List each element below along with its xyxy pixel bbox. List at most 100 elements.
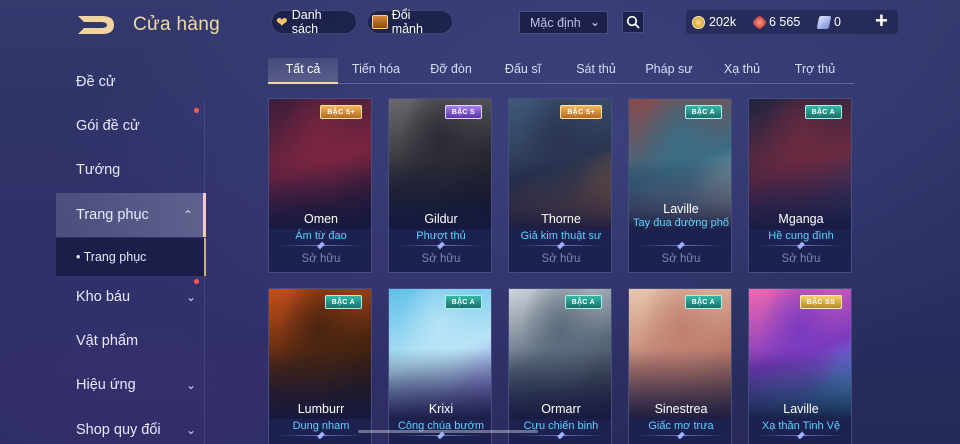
hero-name: Thorne (541, 212, 581, 226)
tier-badge: BẬC A (804, 105, 842, 119)
ticket-counter: 0 (816, 12, 841, 32)
ticket-icon (816, 15, 832, 29)
gold-coin-icon (692, 15, 705, 29)
horizontal-scroll-indicator[interactable] (358, 430, 538, 433)
card-divider (639, 241, 723, 250)
tab-fighter[interactable]: Đấu sĩ (492, 58, 554, 84)
heart-icon: ❤ (276, 13, 288, 30)
tier-badge: BẬC S (444, 105, 482, 119)
skin-card[interactable]: BẬC S Gildur Phượt thủ Sở hữu (388, 98, 492, 273)
tier-badge: BẬC S+ (320, 105, 362, 119)
owned-status: Sở hữu (661, 253, 701, 265)
hero-name: Laville (783, 402, 819, 416)
skin-card[interactable]: BẬC SS Laville Xạ thần Tinh Vệ (748, 288, 852, 444)
owned-status: Sở hữu (541, 253, 581, 265)
chevron-down-icon: ⌄ (185, 378, 196, 392)
sidebar-item-items[interactable]: Vật phẩm (56, 319, 206, 363)
hero-name: Sinestrea (654, 402, 708, 416)
tab-tank[interactable]: Đỡ đòn (418, 58, 484, 84)
sidebar-item-label: • Trang phục (76, 250, 147, 264)
skin-card[interactable]: BẬC A Laville Tay đua đường phố Sở hữu (628, 98, 732, 273)
skin-card[interactable]: BẬC A Krixi Công chúa bướm (388, 288, 492, 444)
card-divider (279, 431, 363, 440)
tier-badge: BẬC S+ (560, 105, 602, 119)
hero-name: Mganga (778, 212, 824, 226)
sidebar-subitem-skins[interactable]: • Trang phục (56, 238, 206, 276)
chevron-up-icon: ⌃ (182, 208, 193, 222)
skin-card[interactable]: BẬC S+ Thorne Giả kim thuật sư Sở hữu (508, 98, 612, 273)
skin-card[interactable]: BẬC A Sinestrea Giấc mơ trưa (628, 288, 732, 444)
card-divider (279, 241, 363, 250)
hero-name: Gildur (424, 212, 458, 226)
tab-support[interactable]: Trợ thủ (782, 58, 848, 84)
gold-value: 202k (709, 15, 737, 29)
notification-dot (194, 108, 199, 113)
list-button[interactable]: ❤ Danh sách (271, 8, 357, 36)
sidebar-item-label: Gói đề cử (76, 118, 140, 134)
sidebar-item-treasure[interactable]: Kho báu ⌄ (56, 275, 206, 319)
quan-huy-value: 6 565 (769, 15, 801, 29)
card-divider (639, 431, 723, 440)
tab-evolution[interactable]: Tiến hóa (343, 58, 409, 84)
tier-badge: BẬC A (324, 295, 362, 309)
sidebar-divider (204, 100, 205, 444)
chevron-down-icon: ⌄ (185, 423, 196, 437)
sort-value: Mặc định (530, 15, 581, 30)
sidebar-item-label: Hiệu ứng (76, 377, 136, 393)
skin-card[interactable]: BẬC A Ormarr Cựu chiến binh (508, 288, 612, 444)
tier-badge: BẬC A (564, 295, 602, 309)
sidebar-item-label: Đề cử (76, 74, 116, 90)
hero-name: Krixi (428, 402, 454, 416)
chest-icon (372, 15, 388, 29)
notification-dot (194, 279, 199, 284)
tab-assassin[interactable]: Sát thủ (566, 58, 626, 84)
skin-card[interactable]: BẬC S+ Omen Ám từ đao Sở hữu (268, 98, 372, 273)
sort-dropdown[interactable]: Mặc định ⌄ (519, 11, 608, 34)
tab-marksman[interactable]: Xạ thủ (712, 58, 772, 84)
gem-icon (751, 14, 768, 30)
sidebar-item-label: Vật phẩm (76, 333, 139, 349)
category-tabs: Tất cả Tiến hóa Đỡ đòn Đấu sĩ Sát thủ Ph… (268, 58, 854, 84)
hero-name: Laville (663, 202, 699, 216)
tab-all[interactable]: Tất cả (268, 58, 338, 84)
card-divider (759, 431, 843, 440)
search-button[interactable] (622, 11, 644, 33)
tier-badge: BẬC SS (799, 295, 842, 309)
sidebar-item-bundles[interactable]: Gói đề cử (56, 104, 206, 148)
shop-logo-icon (78, 16, 114, 34)
page-title: Cửa hàng (133, 14, 220, 35)
sidebar-item-effects[interactable]: Hiệu ứng ⌄ (56, 363, 206, 407)
card-divider (399, 431, 483, 440)
tab-mage[interactable]: Pháp sư (636, 58, 702, 84)
add-currency-button[interactable]: + (875, 8, 888, 34)
owned-status: Sở hữu (421, 253, 461, 265)
owned-status: Sở hữu (301, 253, 341, 265)
hero-name: Ormarr (541, 402, 581, 416)
quan-huy-counter: 6 565 (751, 12, 801, 32)
owned-status: Sở hữu (781, 253, 821, 265)
hero-name: Lumburr (297, 402, 345, 416)
skin-card[interactable]: BẬC A Mganga Hề cung đình Sở hữu (748, 98, 852, 273)
sidebar-item-label: Kho báu (76, 289, 131, 305)
card-divider (399, 241, 483, 250)
sidebar-item-recommended[interactable]: Đề cử (56, 60, 206, 104)
card-divider (519, 431, 603, 440)
sidebar-item-label: Trang phục (76, 207, 149, 223)
exchange-button[interactable]: Đổi mảnh (367, 8, 453, 36)
gold-counter: 202k (692, 12, 736, 32)
sidebar-item-label: Tướng (76, 162, 121, 178)
card-divider (759, 241, 843, 250)
card-divider (519, 241, 603, 250)
skin-card[interactable]: BẬC A Lumburr Dung nham (268, 288, 372, 444)
tier-badge: BẬC A (684, 105, 722, 119)
search-icon (626, 15, 640, 29)
sidebar-item-heroes[interactable]: Tướng (56, 148, 206, 192)
sidebar-item-exchange-shop[interactable]: Shop quy đổi ⌄ (56, 408, 206, 444)
tier-badge: BẬC A (684, 295, 722, 309)
exchange-label: Đổi mảnh (391, 8, 423, 36)
tier-badge: BẬC A (444, 295, 482, 309)
list-label: Danh sách (291, 8, 322, 36)
sidebar-item-skins[interactable]: Trang phục ⌃ (56, 193, 206, 237)
sidebar-item-label: Shop quy đổi (76, 422, 161, 438)
chevron-down-icon: ⌄ (589, 15, 600, 29)
